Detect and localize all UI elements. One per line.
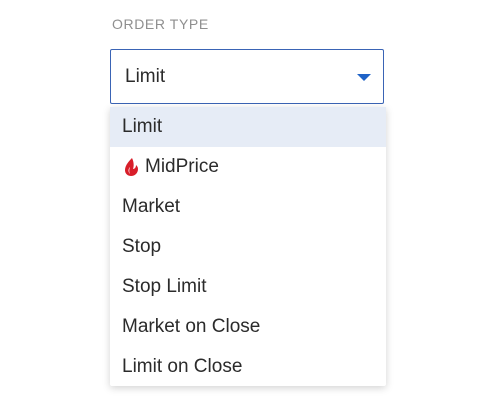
option-market[interactable]: Market — [110, 187, 386, 227]
option-label: MidPrice — [145, 156, 219, 177]
option-label: Limit on Close — [122, 356, 243, 377]
order-type-dropdown: Limit MidPrice Market Stop Stop Limit Ma… — [110, 107, 386, 386]
order-type-label: ORDER TYPE — [112, 16, 209, 32]
option-label: Limit — [122, 116, 163, 137]
option-label: Market on Close — [122, 316, 261, 337]
option-stop-limit[interactable]: Stop Limit — [110, 267, 386, 307]
option-label: Market — [122, 196, 181, 217]
option-stop[interactable]: Stop — [110, 227, 386, 267]
option-market-on-close[interactable]: Market on Close — [110, 307, 386, 347]
midprice-flame-icon — [122, 157, 140, 177]
option-label: Stop Limit — [122, 276, 207, 297]
option-limit[interactable]: Limit — [110, 107, 386, 147]
option-label: Stop — [122, 236, 162, 257]
chevron-down-icon[interactable] — [357, 74, 371, 81]
order-type-select[interactable]: Limit — [110, 49, 384, 104]
option-limit-on-close[interactable]: Limit on Close — [110, 347, 386, 387]
order-type-selected-value: Limit — [125, 66, 166, 87]
option-midprice[interactable]: MidPrice — [110, 147, 386, 187]
